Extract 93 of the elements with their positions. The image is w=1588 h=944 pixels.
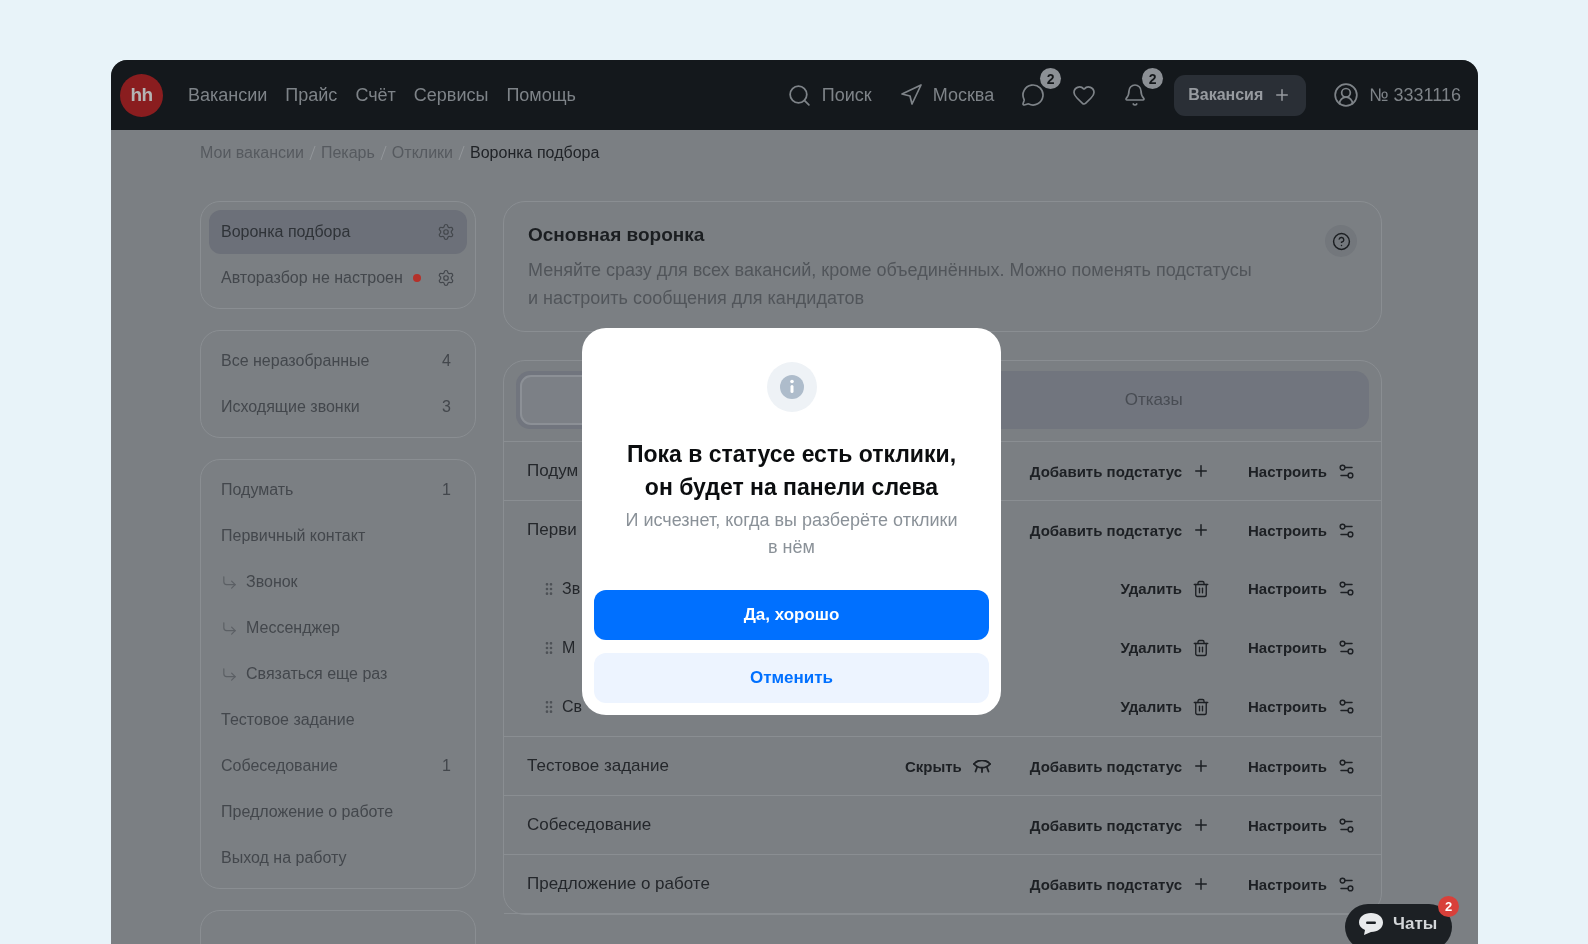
delete-button[interactable]: Удалить xyxy=(1120,638,1210,657)
trash-icon xyxy=(1192,697,1210,716)
sidebar-item[interactable]: Авторазбор не настроен xyxy=(209,256,467,300)
stage-name: Св xyxy=(562,697,583,716)
nav-link[interactable]: Счёт xyxy=(355,84,396,106)
dialog-text: И исчезнет, когда вы разберёте отклики в нём xyxy=(624,509,959,559)
help-icon xyxy=(1331,231,1351,251)
sidebar-item[interactable]: Подумать 1 xyxy=(209,468,467,512)
sliders-icon xyxy=(1337,461,1356,481)
confirm-button[interactable]: Да, хорошо xyxy=(594,590,989,640)
subitem-arrow-icon xyxy=(221,573,238,591)
chat-bubble-icon[interactable] xyxy=(1021,83,1046,107)
stage-name: Тестовое задание xyxy=(527,756,669,776)
configure-button[interactable]: Настроить xyxy=(1248,697,1356,716)
notification-badge: 2 xyxy=(1040,68,1062,89)
configure-button[interactable]: Настроить xyxy=(1248,579,1356,598)
add-substatus-button[interactable]: Добавить подстатус xyxy=(1029,875,1210,893)
nav-link[interactable]: Вакансии xyxy=(188,84,268,106)
plus-icon xyxy=(1192,521,1210,539)
plus-icon xyxy=(1192,462,1210,480)
location-arrow-icon xyxy=(898,83,923,107)
dialog-title: Пока в статусе есть отклики, он будет на панели слева xyxy=(625,440,958,502)
search-link[interactable]: Поиск xyxy=(786,82,872,108)
trash-icon xyxy=(1192,579,1210,598)
configure-button[interactable]: Настроить xyxy=(1248,638,1356,657)
configure-button[interactable]: Настроить xyxy=(1248,874,1356,894)
sliders-icon xyxy=(1337,579,1356,598)
add-substatus-button[interactable]: Добавить подстатус xyxy=(1029,816,1210,834)
sliders-icon xyxy=(1337,815,1356,835)
user-icon xyxy=(1333,82,1360,108)
subitem-arrow-icon xyxy=(221,665,238,683)
account-link[interactable]: № 3331116 xyxy=(1333,82,1461,108)
sidebar-item[interactable]: Звонок xyxy=(209,560,467,604)
settings-icon[interactable] xyxy=(437,269,455,287)
stage-name: Перви xyxy=(527,520,577,540)
sliders-icon xyxy=(1337,520,1356,540)
closed-eye-icon xyxy=(971,759,992,773)
stage-name: М xyxy=(562,638,576,657)
sidebar-item[interactable]: Мессенджер xyxy=(209,606,467,650)
notification-badge: 2 xyxy=(1142,68,1164,89)
configure-button[interactable]: Настроить xyxy=(1248,461,1356,481)
chat-bubble-icon xyxy=(1358,912,1384,936)
stage-name: Подум xyxy=(527,461,579,481)
nav-link[interactable]: Прайс xyxy=(285,84,338,106)
add-substatus-button[interactable]: Добавить подстатус xyxy=(1029,757,1210,775)
add-substatus-button[interactable]: Добавить подстатус xyxy=(1029,521,1210,539)
delete-button[interactable]: Удалить xyxy=(1120,579,1210,598)
delete-button[interactable]: Удалить xyxy=(1120,697,1210,716)
sliders-icon xyxy=(1337,756,1356,776)
plus-icon xyxy=(1192,816,1210,834)
sidebar-item[interactable]: Предложение о работе xyxy=(209,790,467,834)
info-icon xyxy=(766,362,817,412)
location-link[interactable]: Москва xyxy=(898,83,995,107)
configure-button[interactable]: Настроить xyxy=(1248,815,1356,835)
add-substatus-button[interactable]: Добавить подстатус xyxy=(1029,462,1210,480)
logo[interactable]: hh xyxy=(120,73,163,117)
stage-name: Предложение о работе xyxy=(527,874,710,894)
hide-button[interactable]: Скрыть xyxy=(904,757,992,775)
notification-badge: 2 xyxy=(1438,896,1459,917)
plus-icon xyxy=(1192,757,1210,775)
help-button[interactable] xyxy=(1325,225,1357,257)
sidebar-item[interactable]: Исходящие звонки 3 xyxy=(209,385,467,429)
search-icon xyxy=(786,82,812,108)
sidebar-item[interactable]: Собеседование 1 xyxy=(209,744,467,788)
bell-icon[interactable] xyxy=(1123,83,1148,107)
nav-link[interactable]: Сервисы xyxy=(413,84,489,106)
plus-icon xyxy=(1192,875,1210,893)
sliders-icon xyxy=(1337,638,1356,657)
breadcrumb-current: Воронка подбора xyxy=(470,144,600,162)
settings-icon[interactable] xyxy=(437,223,455,241)
configure-button[interactable]: Настроить xyxy=(1248,756,1356,776)
cancel-button[interactable]: Отменить xyxy=(594,653,989,703)
sidebar-item[interactable]: Все неразобранные 4 xyxy=(209,339,467,383)
nav-link[interactable]: Помощь xyxy=(506,84,576,106)
sidebar-item[interactable]: Первичный контакт xyxy=(209,514,467,558)
heart-icon[interactable] xyxy=(1072,83,1097,107)
sliders-icon xyxy=(1337,874,1356,894)
sidebar-item[interactable]: Связаться еще раз xyxy=(209,652,467,696)
stage-name: Собеседование xyxy=(527,815,652,835)
stage-name: Зв xyxy=(562,579,581,598)
trash-icon xyxy=(1192,638,1210,657)
sidebar-item[interactable]: Воронка подбора xyxy=(209,210,467,254)
configure-button[interactable]: Настроить xyxy=(1248,520,1356,540)
card-title: Основная воронка xyxy=(528,223,706,247)
sidebar-item[interactable]: Тестовое задание xyxy=(209,698,467,742)
item-count: 4 xyxy=(442,352,452,370)
item-count: 1 xyxy=(442,757,452,775)
item-count: 3 xyxy=(442,398,452,416)
create-vacancy-button[interactable]: Вакансия xyxy=(1174,74,1307,116)
sliders-icon xyxy=(1337,697,1356,716)
item-count: 1 xyxy=(442,481,452,499)
subitem-arrow-icon xyxy=(221,619,238,637)
sidebar-item[interactable]: Выход на работу xyxy=(209,836,467,880)
